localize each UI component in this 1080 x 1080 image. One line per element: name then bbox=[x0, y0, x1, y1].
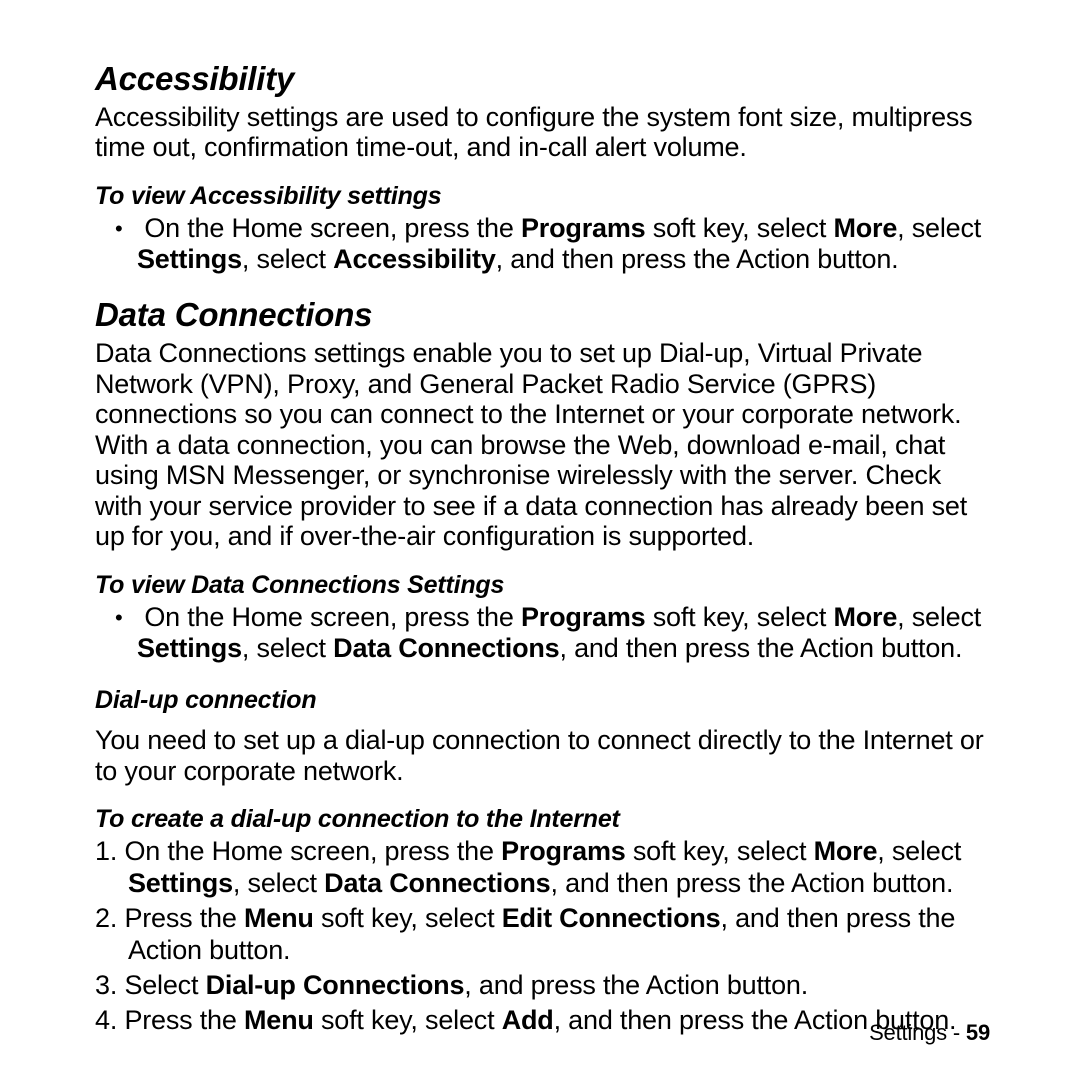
list-item: On the Home screen, press the Programs s… bbox=[105, 213, 990, 275]
bold-add: Add bbox=[502, 1005, 554, 1035]
bold-accessibility: Accessibility bbox=[333, 244, 496, 274]
bold-settings: Settings bbox=[128, 868, 233, 898]
document-page: Accessibility Accessibility settings are… bbox=[0, 0, 1080, 1080]
bold-data-connections: Data Connections bbox=[333, 633, 559, 663]
heading-accessibility: Accessibility bbox=[95, 60, 990, 98]
bold-settings: Settings bbox=[137, 633, 242, 663]
step-2: Press the Menu soft key, select Edit Con… bbox=[95, 903, 990, 967]
text: , and then press the Action button. bbox=[551, 868, 954, 898]
text: soft key, select bbox=[645, 213, 833, 243]
bullet-list: On the Home screen, press the Programs s… bbox=[95, 213, 990, 275]
footer-page-number: 59 bbox=[966, 1020, 990, 1045]
text: soft key, select bbox=[314, 1005, 502, 1035]
bold-dialup-connections: Dial-up Connections bbox=[206, 970, 465, 1000]
text: , and then press the Action button. bbox=[560, 633, 963, 663]
text: On the Home screen, press the bbox=[124, 836, 501, 866]
step-3: Select Dial-up Connections, and press th… bbox=[95, 970, 990, 1002]
text: , select bbox=[242, 633, 333, 663]
text: soft key, select bbox=[645, 602, 833, 632]
bold-programs: Programs bbox=[501, 836, 625, 866]
footer-section: Settings bbox=[869, 1020, 947, 1045]
bold-more: More bbox=[814, 836, 878, 866]
text: On the Home screen, press the bbox=[144, 213, 521, 243]
bold-menu: Menu bbox=[244, 1005, 314, 1035]
step-1: On the Home screen, press the Programs s… bbox=[95, 836, 990, 900]
list-item: On the Home screen, press the Programs s… bbox=[105, 602, 990, 664]
text: Press the bbox=[124, 1005, 244, 1035]
page-footer: Settings - 59 bbox=[869, 1020, 990, 1046]
bold-edit-connections: Edit Connections bbox=[502, 903, 721, 933]
text: , select bbox=[877, 836, 961, 866]
bold-more: More bbox=[833, 602, 897, 632]
bold-programs: Programs bbox=[521, 213, 645, 243]
text: , select bbox=[242, 244, 333, 274]
data-connections-intro: Data Connections settings enable you to … bbox=[95, 338, 990, 552]
heading-create-dialup: To create a dial-up connection to the In… bbox=[95, 804, 990, 834]
text: soft key, select bbox=[626, 836, 814, 866]
ordered-steps: On the Home screen, press the Programs s… bbox=[95, 836, 990, 1036]
footer-dash: - bbox=[947, 1020, 966, 1045]
bold-more: More bbox=[833, 213, 897, 243]
text: , and then press the Action button. bbox=[496, 244, 899, 274]
text: On the Home screen, press the bbox=[144, 602, 521, 632]
text: soft key, select bbox=[314, 903, 502, 933]
bold-settings: Settings bbox=[137, 244, 242, 274]
heading-view-accessibility: To view Accessibility settings bbox=[95, 181, 990, 211]
bold-programs: Programs bbox=[521, 602, 645, 632]
text: , select bbox=[897, 602, 981, 632]
heading-dialup: Dial-up connection bbox=[95, 685, 990, 715]
text: , and press the Action button. bbox=[464, 970, 808, 1000]
text: Press the bbox=[124, 903, 244, 933]
step-4: Press the Menu soft key, select Add, and… bbox=[95, 1005, 990, 1037]
text: Select bbox=[124, 970, 205, 1000]
bold-menu: Menu bbox=[244, 903, 314, 933]
accessibility-intro: Accessibility settings are used to confi… bbox=[95, 102, 990, 163]
heading-data-connections: Data Connections bbox=[95, 296, 990, 334]
dialup-intro: You need to set up a dial-up connection … bbox=[95, 725, 990, 786]
bullet-list: On the Home screen, press the Programs s… bbox=[95, 602, 990, 664]
heading-view-data-connections: To view Data Connections Settings bbox=[95, 570, 990, 600]
text: , select bbox=[233, 868, 324, 898]
text: , select bbox=[897, 213, 981, 243]
bold-data-connections: Data Connections bbox=[324, 868, 550, 898]
